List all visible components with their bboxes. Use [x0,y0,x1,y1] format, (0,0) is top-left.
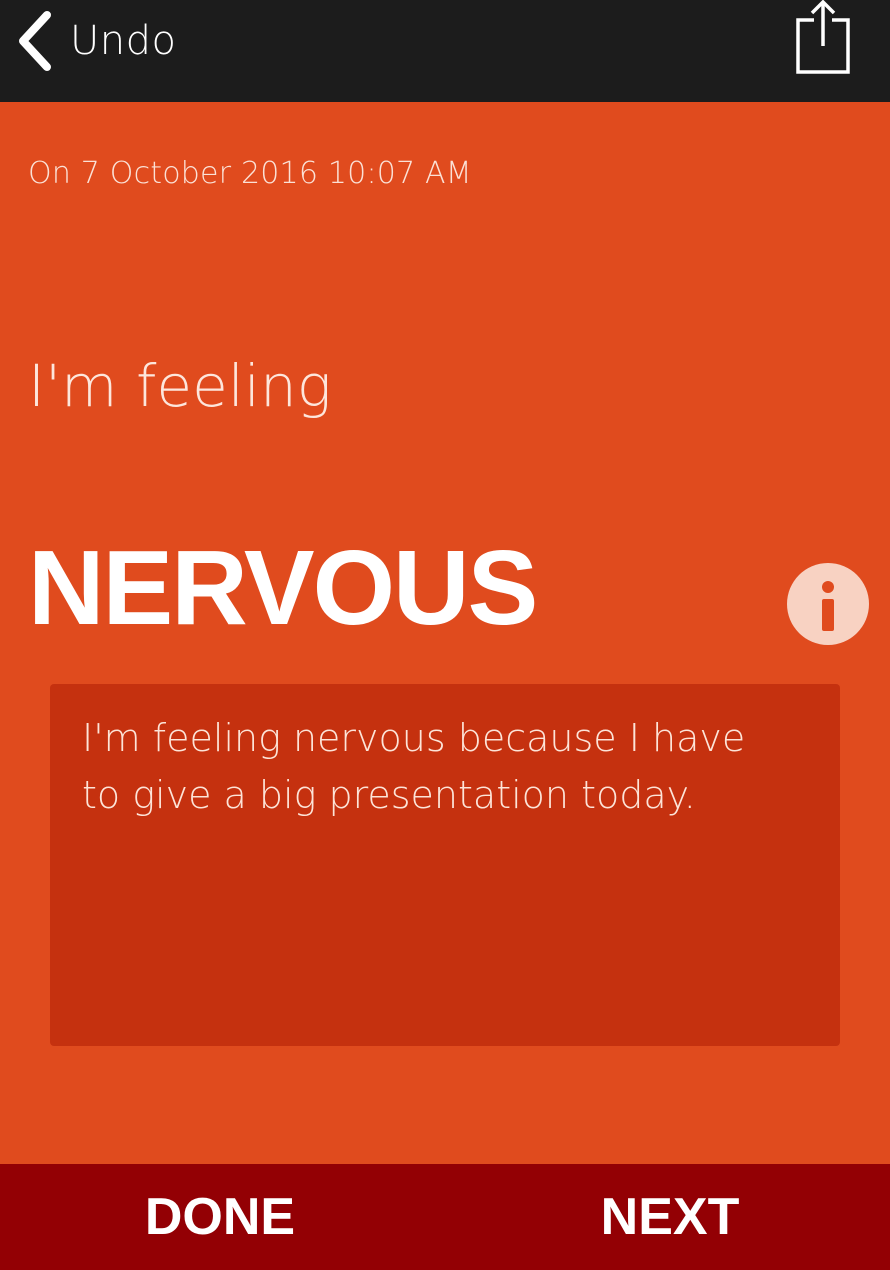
done-button[interactable]: DONE [90,1164,350,1270]
share-button[interactable] [794,0,854,78]
share-icon [794,0,854,82]
emotion-title: NERVOUS [28,529,538,647]
chevron-left-icon [14,10,54,72]
top-navigation-bar: Undo [0,0,890,102]
note-text: I'm feeling nervous because I have to gi… [82,716,746,817]
info-button[interactable] [787,563,869,645]
next-button[interactable]: NEXT [540,1164,800,1270]
undo-button[interactable]: Undo [14,8,177,74]
note-text-area[interactable]: I'm feeling nervous because I have to gi… [50,684,840,1046]
bottom-action-bar: DONE NEXT [0,1164,890,1270]
undo-label: Undo [70,18,177,64]
entry-timestamp: On 7 October 2016 10:07 AM [28,156,472,191]
feeling-prefix-label: I'm feeling [28,352,332,420]
